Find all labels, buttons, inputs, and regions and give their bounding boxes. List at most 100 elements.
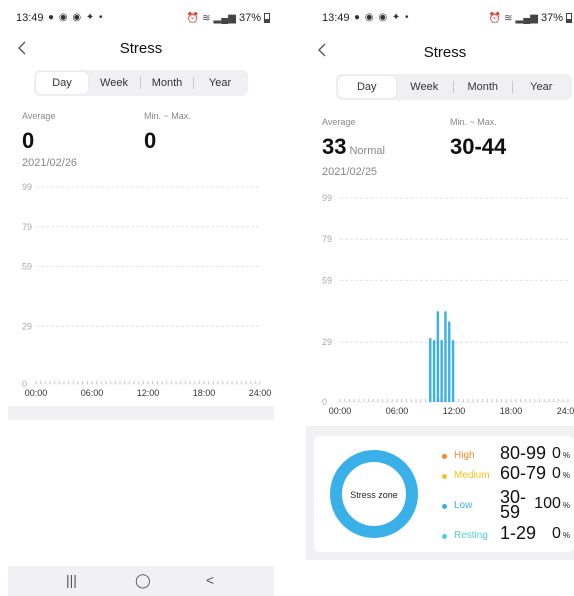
zone-percent-group: 0% (552, 446, 570, 462)
tab-year[interactable]: Year (513, 76, 571, 98)
minmax-value: 0 (144, 128, 157, 153)
zone-percent-unit: % (562, 451, 570, 460)
y-tick-label: 99 (22, 182, 32, 192)
zone-percent-group: 100% (534, 496, 570, 512)
recent-apps-button[interactable]: ||| (66, 572, 77, 588)
x-tick-label: 24:00 (557, 406, 574, 416)
zone-row-medium: Medium 60-79 0% (440, 464, 574, 488)
zone-dot-medium (442, 474, 447, 479)
zone-percent: 0 (551, 465, 561, 482)
signal-icon: ▂▄▆ (515, 12, 538, 24)
minmax-value: 30-44 (450, 134, 507, 159)
zone-dot-resting (442, 534, 447, 539)
minmax-label: Min. ~ Max. (450, 117, 497, 127)
zone-percent-group: 0% (552, 526, 570, 542)
stress-bar (432, 340, 436, 402)
notification-icons: ● ◉ ◉ ✦ • (354, 12, 410, 23)
x-tick-label: 00:00 (25, 388, 48, 398)
notification-icons: ● ◉ ◉ ✦ • (48, 12, 104, 23)
zone-percent-unit: % (562, 501, 570, 510)
donut-label: Stress zone (350, 490, 398, 500)
zone-name: Low (454, 500, 473, 511)
zone-dot-low (442, 504, 447, 509)
x-tick-label: 18:00 (193, 388, 216, 398)
stress-status: Normal (349, 145, 385, 157)
zone-range: 60-79 (500, 463, 547, 483)
stress-zone-donut: Stress zone (330, 450, 418, 538)
period-tabs: Day Week Month Year (34, 70, 248, 96)
tab-month[interactable]: Month (141, 72, 193, 94)
tab-month[interactable]: Month (454, 76, 512, 98)
stress-chart: 99795929000:0006:0012:0018:0024:00 (322, 193, 574, 416)
x-tick-label: 18:00 (500, 406, 523, 416)
alarm-icon: ⏰ (488, 12, 502, 24)
wifi-icon: ≋ (504, 12, 513, 24)
minmax-label: Min. ~ Max. (144, 111, 191, 121)
battery-icon (566, 13, 572, 23)
zone-percent: 0 (551, 525, 561, 542)
average-value: 33 (322, 134, 347, 159)
y-tick-label: 99 (322, 193, 332, 203)
zone-percent-unit: % (562, 471, 570, 480)
zone-name: Resting (454, 530, 488, 541)
battery-percent: 37% (238, 12, 261, 24)
stress-bar (448, 321, 451, 402)
x-tick-label: 00:00 (329, 406, 352, 416)
date-label: 2021/02/26 (22, 157, 78, 169)
status-bar: 13:49 ● ◉ ◉ ✦ • ⏰ ≋ ▂▄▆ 37% (306, 0, 574, 36)
system-back-button[interactable]: < (206, 572, 214, 588)
zone-percent: 100 (534, 495, 561, 512)
zone-percent: 0 (551, 445, 561, 462)
home-button[interactable]: ◯ (135, 572, 151, 589)
status-right: ⏰ ≋ ▂▄▆ 37% (187, 12, 270, 24)
x-tick-label: 24:00 (249, 388, 272, 398)
average-label: Average (22, 111, 56, 121)
page-title: Stress (119, 40, 163, 57)
status-right: ⏰ ≋ ▂▄▆ 37% (489, 12, 572, 24)
stress-bar (440, 340, 443, 402)
y-tick-label: 79 (322, 234, 332, 244)
tab-day[interactable]: Day (338, 76, 396, 98)
zone-row-low: Low 30-59 100% (440, 488, 574, 521)
stress-bar (429, 338, 432, 402)
tab-year[interactable]: Year (194, 72, 246, 94)
zone-range: 30-59 (500, 487, 527, 522)
x-tick-label: 12:00 (443, 406, 466, 416)
y-tick-label: 29 (322, 337, 332, 347)
signal-icon: ▂▄▆ (213, 12, 236, 24)
y-tick-label: 29 (22, 321, 32, 331)
nav-bar: Stress (8, 36, 274, 64)
date-label: 2021/02/25 (322, 166, 378, 178)
zone-name: Medium (454, 470, 490, 481)
stress-chart: 99795929000:0006:0012:0018:0024:00 (22, 182, 272, 398)
zone-dot-high (442, 454, 447, 459)
stress-bar (451, 340, 455, 402)
status-time: 13:49 (322, 12, 350, 24)
status-time: 13:49 (16, 12, 44, 24)
y-tick-label: 0 (322, 397, 327, 407)
tab-day[interactable]: Day (36, 72, 88, 94)
x-tick-label: 12:00 (137, 388, 160, 398)
stress-screen-day-empty: 13:49 ● ◉ ◉ ✦ • ⏰ ≋ ▂▄▆ 37% Stress Day W… (8, 0, 274, 596)
average-label: Average (322, 117, 356, 127)
stress-screen-day-data: 13:49 ● ◉ ◉ ✦ • ⏰ ≋ ▂▄▆ 37% Stress Day W… (306, 0, 574, 596)
stress-bar (436, 311, 440, 402)
average-value: 0 (22, 128, 35, 153)
tab-week[interactable]: Week (396, 76, 454, 98)
y-tick-label: 59 (322, 275, 332, 285)
average-value-group: 33 Normal (322, 134, 385, 160)
period-tabs: Day Week Month Year (336, 74, 572, 100)
x-tick-label: 06:00 (81, 388, 104, 398)
stress-bar (444, 311, 447, 402)
tab-week[interactable]: Week (88, 72, 140, 94)
system-nav-bar: ||| ◯ < (8, 566, 274, 596)
zone-row-resting: Resting 1-29 0% (440, 524, 574, 548)
page-title: Stress (423, 44, 467, 61)
status-bar: 13:49 ● ◉ ◉ ✦ • ⏰ ≋ ▂▄▆ 37% (8, 0, 274, 36)
zone-range: 1-29 (500, 523, 537, 543)
y-tick-label: 59 (22, 262, 32, 272)
nav-bar: Stress (306, 38, 574, 66)
section-divider (8, 406, 274, 420)
zone-name: High (454, 450, 475, 461)
battery-icon (264, 13, 270, 23)
